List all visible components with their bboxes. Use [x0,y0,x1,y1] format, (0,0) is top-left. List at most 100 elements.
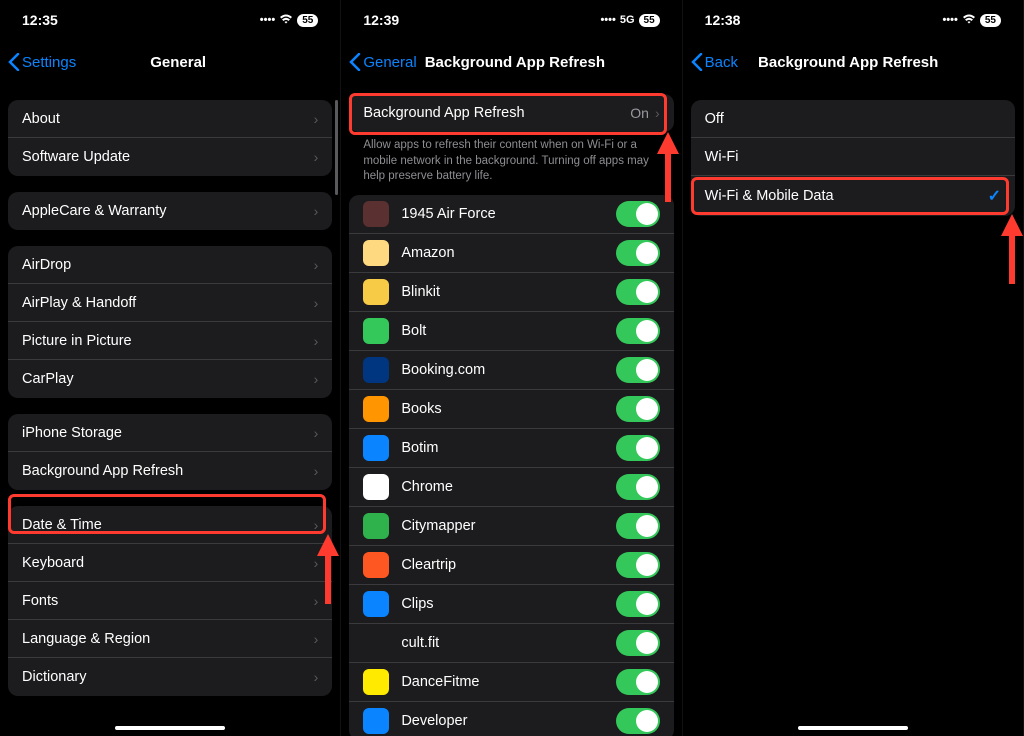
app-label: Cleartrip [401,557,615,573]
app-toggle[interactable] [616,513,660,539]
screen-bar-apps: 12:39 •••• 5G 55 General Background App … [341,0,682,736]
app-icon [363,591,389,617]
nav-title: Background App Refresh [425,54,605,71]
row-app[interactable]: Blinkit [349,273,673,312]
row-software-update[interactable]: Software Update› [8,138,332,176]
chevron-left-icon [691,53,703,71]
row-app[interactable]: 1945 Air Force [349,195,673,234]
app-label: Botim [401,440,615,456]
app-toggle[interactable] [616,435,660,461]
app-icon [363,318,389,344]
row-app[interactable]: Booking.com [349,351,673,390]
app-toggle[interactable] [616,201,660,227]
row-app[interactable]: Clips [349,585,673,624]
checkmark-icon: ✓ [988,186,1001,206]
app-toggle[interactable] [616,357,660,383]
row-option-off[interactable]: Off [691,100,1015,138]
status-right: •••• 55 [942,14,1001,27]
status-bar: 12:39 •••• 5G 55 [341,0,681,40]
group-storage: iPhone Storage› Background App Refresh› [8,414,332,490]
row-airdrop[interactable]: AirDrop› [8,246,332,284]
status-bar: 12:38 •••• 55 [683,0,1023,40]
app-icon [363,240,389,266]
nav-title: Background App Refresh [758,54,938,71]
back-label: General [363,54,416,71]
app-icon [363,708,389,734]
screen-general: 12:35 •••• 55 Settings General About› So… [0,0,341,736]
app-toggle[interactable] [616,630,660,656]
back-button[interactable]: Back [691,53,738,71]
row-app[interactable]: DanceFitme [349,663,673,702]
row-iphone-storage[interactable]: iPhone Storage› [8,414,332,452]
chevron-right-icon: › [314,631,319,647]
app-icon [363,669,389,695]
group-date: Date & Time› Keyboard› Fonts› Language &… [8,506,332,696]
row-date-time[interactable]: Date & Time› [8,506,332,544]
app-toggle[interactable] [616,591,660,617]
status-right: •••• 55 [260,14,319,27]
group-master: Background App Refresh On › [349,94,673,132]
signal-icon: •••• [942,14,957,26]
group-applecare: AppleCare & Warranty› [8,192,332,230]
row-option-wifi[interactable]: Wi-Fi [691,138,1015,176]
signal-icon: •••• [600,14,615,26]
group-apps: 1945 Air ForceAmazonBlinkitBolt Booking.c… [349,195,673,736]
status-time: 12:39 [363,12,399,28]
app-toggle[interactable] [616,318,660,344]
row-fonts[interactable]: Fonts› [8,582,332,620]
app-icon [363,201,389,227]
row-app[interactable]: Chrome [349,468,673,507]
app-toggle[interactable] [616,240,660,266]
back-button[interactable]: Settings [8,53,76,71]
row-app[interactable]: Citymapper [349,507,673,546]
row-option-wifi-mobile[interactable]: Wi-Fi & Mobile Data✓ [691,176,1015,216]
app-toggle[interactable] [616,279,660,305]
row-about[interactable]: About› [8,100,332,138]
network-label: 5G [620,14,635,26]
chevron-left-icon [349,53,361,71]
app-label: Booking.com [401,362,615,378]
app-icon [363,279,389,305]
row-pip[interactable]: Picture in Picture› [8,322,332,360]
back-label: Back [705,54,738,71]
row-bar-master[interactable]: Background App Refresh On › [349,94,673,132]
app-toggle[interactable] [616,552,660,578]
row-airplay[interactable]: AirPlay & Handoff› [8,284,332,322]
row-carplay[interactable]: CarPlay› [8,360,332,398]
app-toggle[interactable] [616,474,660,500]
app-icon [363,357,389,383]
screen-bar-options: 12:38 •••• 55 Back Background App Refres… [683,0,1024,736]
scrollbar[interactable] [335,100,338,195]
app-toggle[interactable] [616,708,660,734]
app-label: cult.fit [401,635,615,651]
status-time: 12:38 [705,12,741,28]
status-bar: 12:35 •••• 55 [0,0,340,40]
row-app[interactable]: Botim [349,429,673,468]
back-button[interactable]: General [349,53,416,71]
row-language-region[interactable]: Language & Region› [8,620,332,658]
status-time: 12:35 [22,12,58,28]
row-applecare[interactable]: AppleCare & Warranty› [8,192,332,230]
back-label: Settings [22,54,76,71]
chevron-right-icon: › [314,333,319,349]
row-app[interactable]: Books [349,390,673,429]
group-options: Off Wi-Fi Wi-Fi & Mobile Data✓ [691,100,1015,216]
app-label: Developer [401,713,615,729]
row-app[interactable]: cult.fit [349,624,673,663]
row-app[interactable]: Bolt [349,312,673,351]
wifi-icon [962,14,976,27]
row-dictionary[interactable]: Dictionary› [8,658,332,696]
row-background-app-refresh[interactable]: Background App Refresh› [8,452,332,490]
app-toggle[interactable] [616,396,660,422]
app-icon [363,435,389,461]
row-keyboard[interactable]: Keyboard› [8,544,332,582]
chevron-right-icon: › [314,463,319,479]
chevron-right-icon: › [314,203,319,219]
row-app[interactable]: Amazon [349,234,673,273]
chevron-right-icon: › [314,425,319,441]
chevron-right-icon: › [314,371,319,387]
row-app[interactable]: Cleartrip [349,546,673,585]
row-app[interactable]: Developer [349,702,673,736]
battery-badge: 55 [639,14,660,27]
app-toggle[interactable] [616,669,660,695]
